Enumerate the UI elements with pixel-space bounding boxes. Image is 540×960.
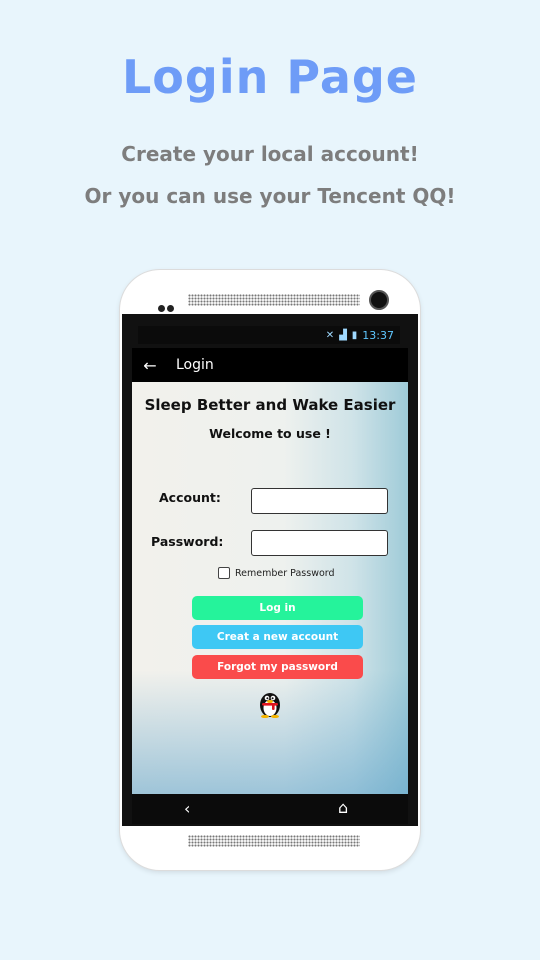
phone-frame: ✕ ▟ ▮ 13:37 ← Login Sleep Better and Wak… (120, 270, 420, 870)
front-camera (369, 290, 389, 310)
back-arrow-icon[interactable]: ← (132, 356, 168, 375)
battery-icon: ▮ (351, 329, 358, 341)
nav-back-icon[interactable]: ‹ (184, 799, 190, 818)
qq-penguin-icon[interactable] (257, 688, 283, 718)
status-time: 13:37 (362, 328, 394, 342)
account-label: Account: (159, 490, 221, 505)
navigation-bar: ‹ ⌂ (132, 794, 408, 824)
promo-headline: Login Page (121, 50, 419, 104)
login-content: Sleep Better and Wake Easier Welcome to … (132, 382, 408, 794)
remember-password-row[interactable]: Remember Password (218, 567, 335, 579)
password-input[interactable] (251, 530, 388, 556)
bottom-speaker-grille (188, 835, 360, 847)
signal-icon: ▟ (339, 329, 347, 341)
phone-screen: ✕ ▟ ▮ 13:37 ← Login Sleep Better and Wak… (122, 314, 418, 826)
app-title: Sleep Better and Wake Easier (144, 396, 396, 414)
top-speaker-grille (188, 294, 360, 306)
account-input[interactable] (251, 488, 388, 514)
create-account-button[interactable]: Creat a new account (192, 625, 363, 649)
promo-line-2: Or you can use your Tencent QQ! (84, 184, 456, 208)
password-label: Password: (151, 534, 224, 549)
remember-password-checkbox[interactable] (218, 567, 230, 579)
nav-home-icon[interactable]: ⌂ (338, 798, 348, 817)
sensor-dots (158, 297, 176, 312)
action-bar-title: Login (176, 357, 214, 373)
action-bar: ← Login (132, 348, 408, 382)
welcome-text: Welcome to use ! (209, 426, 331, 441)
status-bar: ✕ ▟ ▮ 13:37 (138, 326, 400, 344)
mute-icon: ✕ (325, 329, 335, 341)
forgot-password-button[interactable]: Forgot my password (192, 655, 363, 679)
promo-line-1: Create your local account! (121, 142, 419, 166)
login-button[interactable]: Log in (192, 596, 363, 620)
remember-password-label: Remember Password (235, 567, 335, 579)
